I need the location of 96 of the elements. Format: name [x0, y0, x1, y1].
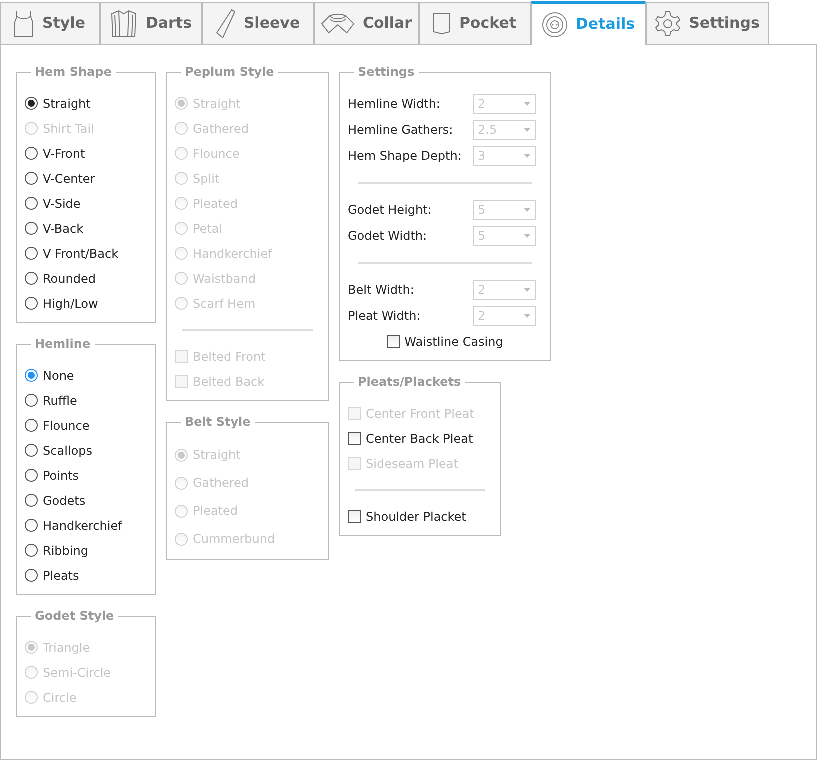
option-label: Pleats: [43, 568, 80, 584]
option-label: High/Low: [43, 296, 98, 312]
option-label: Straight: [193, 96, 241, 112]
option-label: V-Front: [43, 146, 86, 162]
radio-button[interactable]: [25, 469, 38, 482]
option-label: Handkerchief: [43, 518, 122, 534]
radio-button[interactable]: [25, 494, 38, 507]
radio-button[interactable]: [25, 97, 38, 110]
option-label: V Front/Back: [43, 246, 119, 262]
setting-label: Belt Width:: [348, 282, 414, 299]
option-label: Petal: [193, 220, 223, 238]
radio-button[interactable]: [25, 394, 38, 407]
radio-button[interactable]: [25, 569, 38, 582]
tab[interactable]: Settings: [646, 2, 769, 44]
tab[interactable]: Collar: [314, 2, 419, 44]
group-title: Hemline: [34, 336, 92, 353]
radio-button[interactable]: [25, 369, 38, 382]
tank-top-icon: [14, 10, 34, 38]
option-label: Split: [193, 170, 220, 188]
option-label: Belted Back: [193, 374, 265, 390]
option-label: V-Side: [43, 196, 81, 212]
caret-icon: [524, 234, 531, 238]
tab[interactable]: Pocket: [419, 2, 531, 44]
setting-label: Hemline Gathers:: [348, 122, 454, 139]
option-label: Flounce: [193, 146, 240, 162]
option-label: Ribbing: [43, 542, 88, 560]
option-label: Scallops: [43, 442, 92, 460]
option-label: Semi-Circle: [43, 664, 112, 682]
setting-label: Hemline Width:: [348, 96, 440, 113]
option-label: Shoulder Placket: [366, 508, 466, 526]
option-label: Sideseam Pleat: [366, 456, 458, 472]
caret-icon: [524, 314, 531, 318]
checkbox[interactable]: [348, 510, 361, 523]
radio-button[interactable]: [25, 444, 38, 457]
radio-button[interactable]: [25, 544, 38, 557]
caret-icon: [524, 102, 531, 106]
setting-label: Godet Height:: [348, 202, 432, 219]
option-label: Straight: [193, 447, 241, 464]
caret-icon: [524, 288, 531, 292]
radio-button[interactable]: [25, 222, 38, 235]
option-label: Gathered: [193, 120, 250, 138]
radio-button[interactable]: [25, 272, 38, 285]
radio-button[interactable]: [25, 519, 38, 532]
group-title: Hem Shape: [34, 64, 113, 81]
caret-icon: [524, 154, 531, 158]
shirt-icon: [110, 8, 138, 38]
option-label: V-Center: [43, 170, 96, 188]
option-label: Handkerchief: [193, 246, 272, 262]
option-label: Belted Front: [193, 348, 266, 366]
option-label: Flounce: [43, 418, 90, 434]
radio-button[interactable]: [25, 197, 38, 210]
option-label: Gathered: [193, 475, 250, 492]
option-label: Waistline Casing: [404, 334, 504, 350]
option-label: Scarf Hem: [193, 296, 256, 312]
radio-button[interactable]: [25, 247, 38, 260]
radio-button[interactable]: [25, 419, 38, 432]
group-title: Settings: [357, 64, 416, 81]
option-label: Triangle: [43, 640, 90, 656]
group-title: Peplum Style: [184, 64, 276, 81]
group-title: Belt Style: [184, 414, 252, 431]
checkbox[interactable]: [348, 432, 361, 445]
option-label: Circle: [43, 690, 77, 706]
caret-icon: [524, 208, 531, 212]
option-label: Waistband: [193, 270, 256, 288]
group-title: Pleats/Plackets: [357, 374, 462, 391]
setting-label: Hem Shape Depth:: [348, 148, 462, 165]
option-label: None: [43, 368, 74, 384]
collar-icon: [320, 12, 355, 34]
option-label: Godets: [43, 492, 86, 510]
option-label: Cummerbund: [193, 531, 276, 548]
setting-label: Godet Width:: [348, 228, 428, 245]
sleeve-icon: [216, 8, 236, 38]
option-label: Pleated: [193, 503, 238, 520]
option-label: Pleated: [193, 196, 238, 212]
setting-label: Pleat Width:: [348, 308, 421, 325]
option-label: Center Front Pleat: [366, 406, 474, 422]
tab[interactable]: Darts: [100, 2, 202, 44]
tab[interactable]: Details: [531, 1, 646, 45]
option-label: Center Back Pleat: [366, 430, 474, 448]
checkbox[interactable]: [386, 335, 400, 348]
tab[interactable]: Style: [0, 2, 100, 44]
pocket-icon: [433, 12, 452, 34]
radio-button[interactable]: [25, 297, 38, 310]
option-label: Ruffle: [43, 392, 78, 410]
group-title: Godet Style: [34, 608, 116, 625]
option-label: V-Back: [43, 220, 84, 238]
option-label: Points: [43, 468, 80, 484]
radio-button[interactable]: [25, 172, 38, 185]
button-icon: [542, 12, 568, 38]
caret-icon: [524, 128, 531, 132]
radio-button[interactable]: [25, 147, 38, 160]
gear-icon: [655, 10, 682, 36]
option-label: Straight: [43, 96, 91, 112]
tab[interactable]: Sleeve: [202, 2, 314, 44]
option-label: Rounded: [43, 270, 96, 288]
option-label: Shirt Tail: [43, 120, 94, 138]
